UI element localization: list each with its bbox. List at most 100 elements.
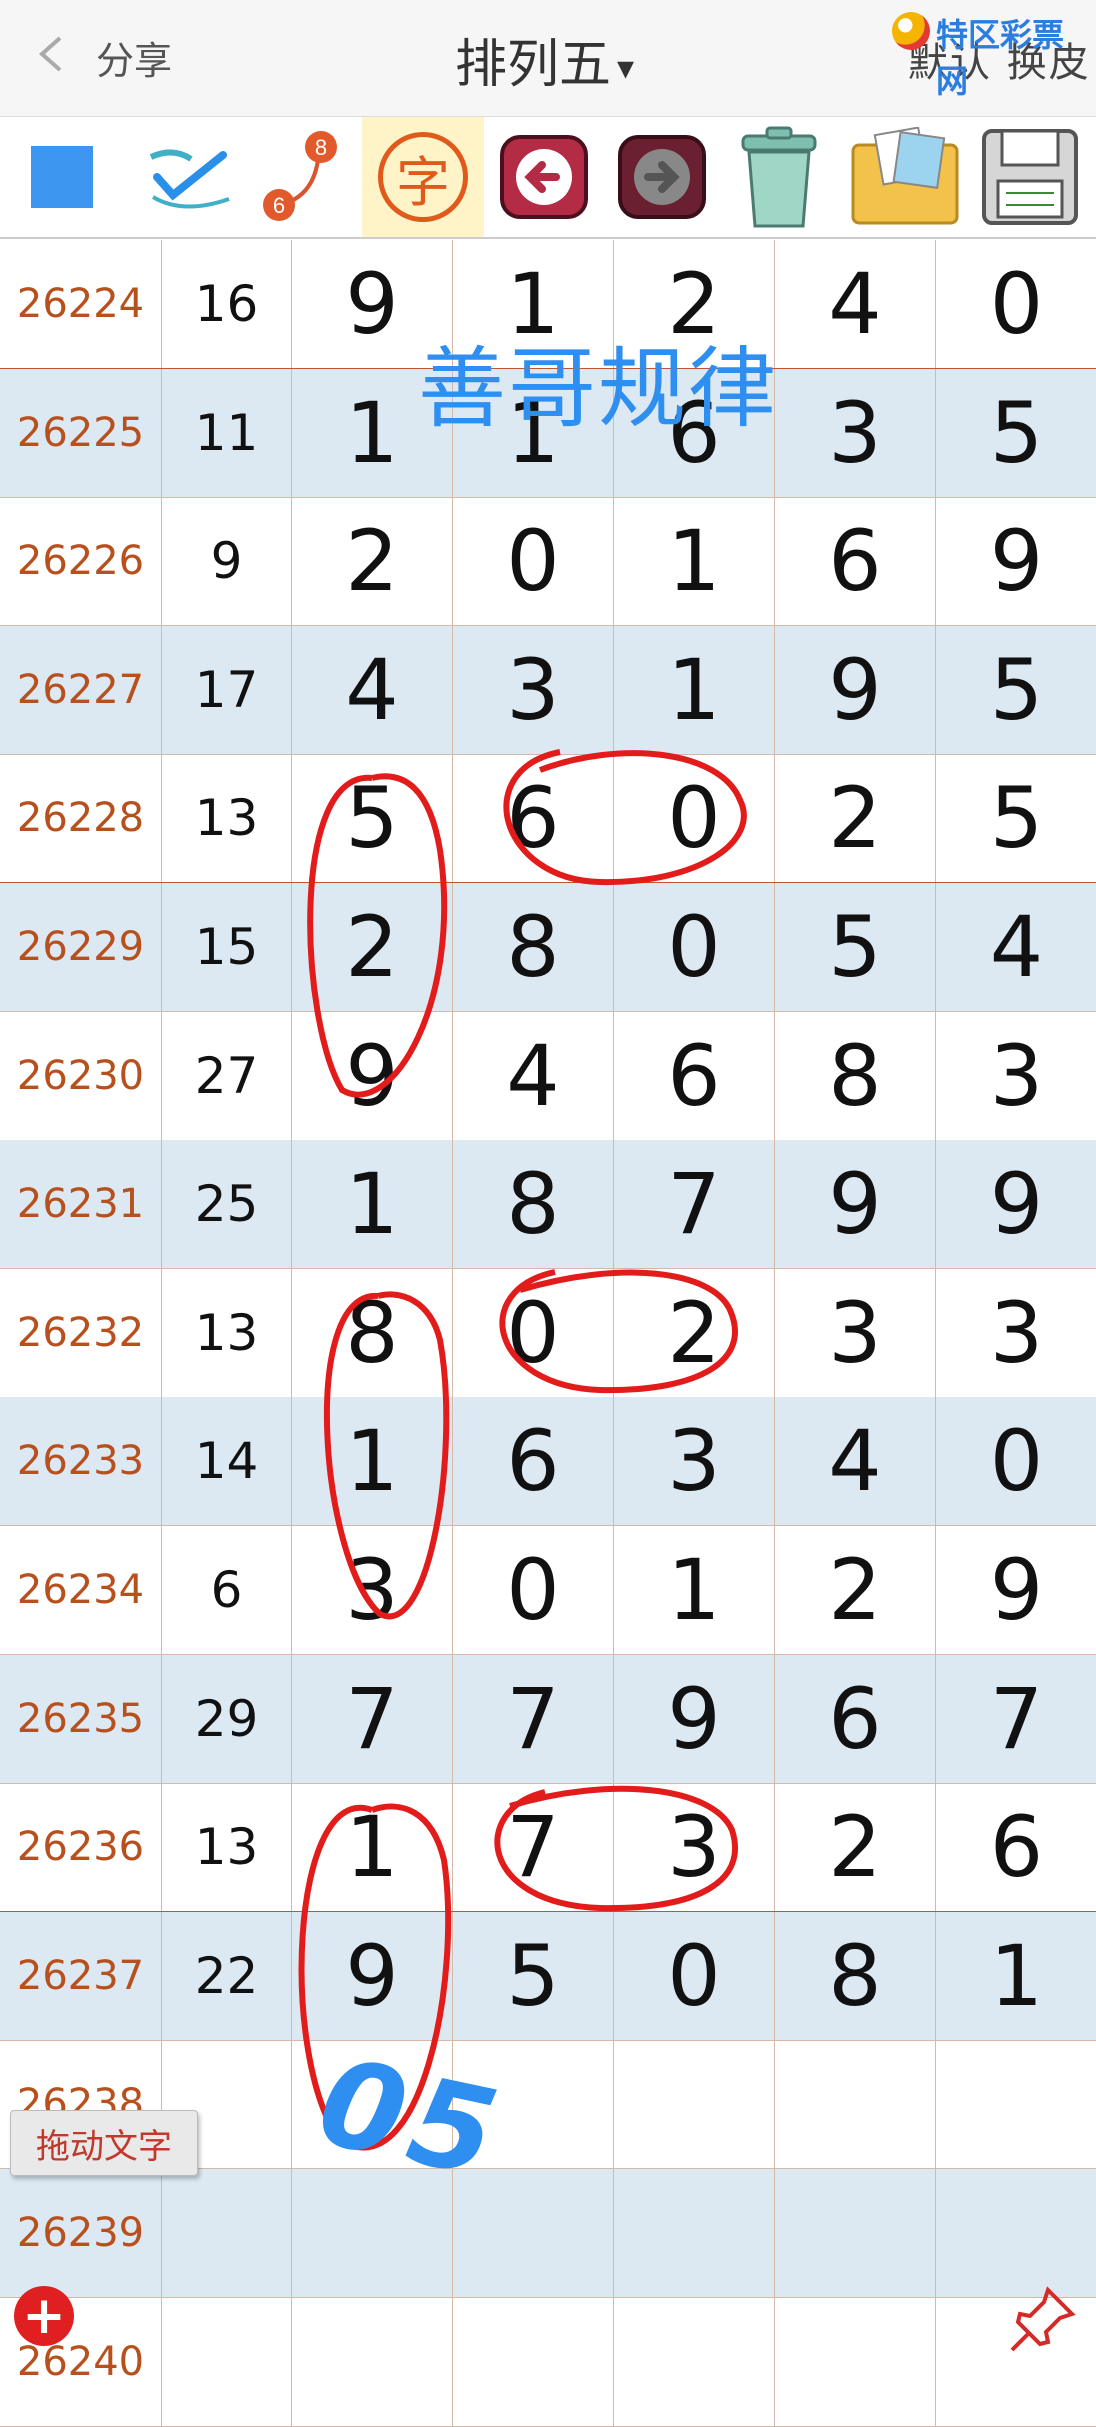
digit-cell[interactable] (453, 2297, 614, 2426)
sum-cell: 13 (162, 754, 292, 883)
digit-cell[interactable]: 8 (775, 1911, 936, 2040)
digit-cell[interactable]: 7 (936, 1655, 1096, 1783)
digit-cell[interactable] (775, 2040, 936, 2169)
table-row: 26231 25 1 8 7 9 9 (0, 1140, 1096, 1270)
digit-cell[interactable]: 2 (292, 883, 453, 1011)
digit-cell[interactable]: 0 (614, 1911, 775, 2040)
digit-cell[interactable]: 3 (775, 368, 936, 497)
trash-icon (741, 126, 817, 228)
clear-button[interactable] (724, 117, 834, 237)
digit-cell[interactable]: 5 (936, 754, 1096, 882)
digit-cell[interactable]: 2 (775, 1526, 936, 1654)
digit-cell[interactable]: 1 (614, 1526, 775, 1654)
drag-text-button[interactable]: 拖动文字 (10, 2110, 198, 2176)
digit-cell[interactable]: 9 (614, 1654, 775, 1783)
digit-cell[interactable]: 0 (936, 240, 1096, 368)
digit-cell[interactable]: 9 (936, 497, 1096, 625)
digit-cell[interactable]: 0 (614, 754, 775, 883)
pin-icon[interactable] (1002, 2280, 1082, 2360)
digit-cell[interactable]: 2 (775, 754, 936, 883)
digit-cell[interactable]: 9 (292, 1911, 453, 2040)
logo-text: 特区彩票网 (936, 16, 1065, 100)
digit-cell[interactable]: 3 (936, 1012, 1096, 1140)
digit-cell[interactable]: 0 (936, 1397, 1096, 1525)
digit-cell[interactable]: 1 (614, 625, 775, 754)
digit-cell[interactable]: 7 (453, 1783, 614, 1912)
digit-cell[interactable] (775, 2169, 936, 2297)
digit-cell[interactable]: 7 (292, 1654, 453, 1783)
digit-cell[interactable]: 6 (453, 754, 614, 883)
image-folder-icon (851, 127, 959, 225)
digit-cell[interactable]: 1 (614, 497, 775, 626)
digit-cell[interactable]: 4 (936, 883, 1096, 1011)
digit-cell[interactable]: 9 (936, 1526, 1096, 1654)
digit-cell[interactable]: 8 (775, 1011, 936, 1140)
digit-cell[interactable] (614, 2297, 775, 2426)
issue-number-cell: 26233 (0, 1397, 162, 1526)
digit-cell[interactable] (936, 2169, 1096, 2297)
add-plus-icon[interactable]: + (14, 2286, 74, 2346)
digit-cell[interactable]: 2 (614, 1268, 775, 1397)
link-bottom-number: 6 (273, 193, 285, 218)
digit-cell[interactable]: 1 (292, 1783, 453, 1912)
digit-cell[interactable]: 5 (775, 883, 936, 1011)
digit-cell[interactable]: 0 (453, 1526, 614, 1654)
digit-cell[interactable]: 0 (453, 497, 614, 626)
redo-button[interactable] (610, 117, 714, 237)
digit-cell[interactable] (936, 2040, 1096, 2168)
digit-cell[interactable]: 1 (292, 1140, 453, 1269)
digit-cell[interactable]: 3 (775, 1268, 936, 1397)
digit-cell[interactable] (614, 2040, 775, 2169)
digit-cell[interactable]: 5 (936, 626, 1096, 754)
pen-tool-button[interactable] (138, 117, 248, 237)
digit-cell[interactable]: 8 (453, 883, 614, 1011)
digit-cell[interactable]: 5 (292, 754, 453, 883)
digit-cell[interactable]: 7 (614, 1140, 775, 1269)
digit-cell[interactable]: 4 (775, 240, 936, 368)
digit-cell[interactable]: 9 (936, 1140, 1096, 1268)
digit-cell[interactable]: 8 (453, 1140, 614, 1269)
digit-cell[interactable]: 1 (936, 1912, 1096, 2040)
sum-cell: 14 (162, 1397, 292, 1526)
digit-cell[interactable]: 3 (292, 1526, 453, 1654)
issue-number-cell: 26226 (0, 497, 162, 626)
lottery-type-dropdown[interactable]: 排列五 ▾ (455, 22, 634, 97)
digit-cell[interactable]: 9 (775, 625, 936, 754)
digit-cell[interactable]: 6 (775, 1654, 936, 1783)
digit-cell[interactable]: 2 (775, 1783, 936, 1912)
link-top-number: 8 (315, 135, 327, 160)
digit-cell[interactable]: 9 (775, 1140, 936, 1269)
digit-cell[interactable]: 4 (453, 1011, 614, 1140)
color-picker-button[interactable] (22, 117, 102, 237)
digit-cell[interactable]: 0 (614, 883, 775, 1011)
number-link-button[interactable]: 8 6 (254, 117, 350, 237)
back-chevron-icon[interactable] (34, 34, 70, 74)
image-folder-button[interactable] (846, 117, 964, 237)
digit-cell[interactable]: 6 (453, 1397, 614, 1526)
digit-cell[interactable]: 5 (453, 1911, 614, 2040)
digit-cell[interactable]: 7 (453, 1654, 614, 1783)
digit-cell[interactable]: 3 (936, 1269, 1096, 1397)
digit-cell[interactable]: 3 (453, 625, 614, 754)
digit-cell[interactable] (614, 2169, 775, 2297)
digit-cell[interactable]: 6 (614, 1011, 775, 1140)
digit-cell[interactable]: 4 (775, 1397, 936, 1526)
digit-cell[interactable]: 6 (936, 1783, 1096, 1911)
undo-button[interactable] (492, 117, 596, 237)
digit-cell[interactable]: 9 (292, 1011, 453, 1140)
text-tool-button[interactable]: 字 (362, 117, 484, 237)
digit-cell[interactable]: 3 (614, 1783, 775, 1912)
digit-cell[interactable] (292, 2297, 453, 2426)
digit-cell[interactable]: 0 (453, 1268, 614, 1397)
digit-cell[interactable] (775, 2297, 936, 2426)
digit-cell[interactable]: 1 (292, 1397, 453, 1526)
digit-cell[interactable]: 4 (292, 625, 453, 754)
digit-cell[interactable]: 2 (292, 497, 453, 626)
save-button[interactable] (972, 117, 1088, 237)
digit-cell[interactable]: 5 (936, 369, 1096, 497)
digit-cell[interactable]: 6 (775, 497, 936, 626)
table-row: 26230 27 9 4 6 8 3 (0, 1011, 1096, 1141)
share-link[interactable]: 分享 (96, 30, 172, 85)
digit-cell[interactable]: 8 (292, 1268, 453, 1397)
digit-cell[interactable]: 3 (614, 1397, 775, 1526)
